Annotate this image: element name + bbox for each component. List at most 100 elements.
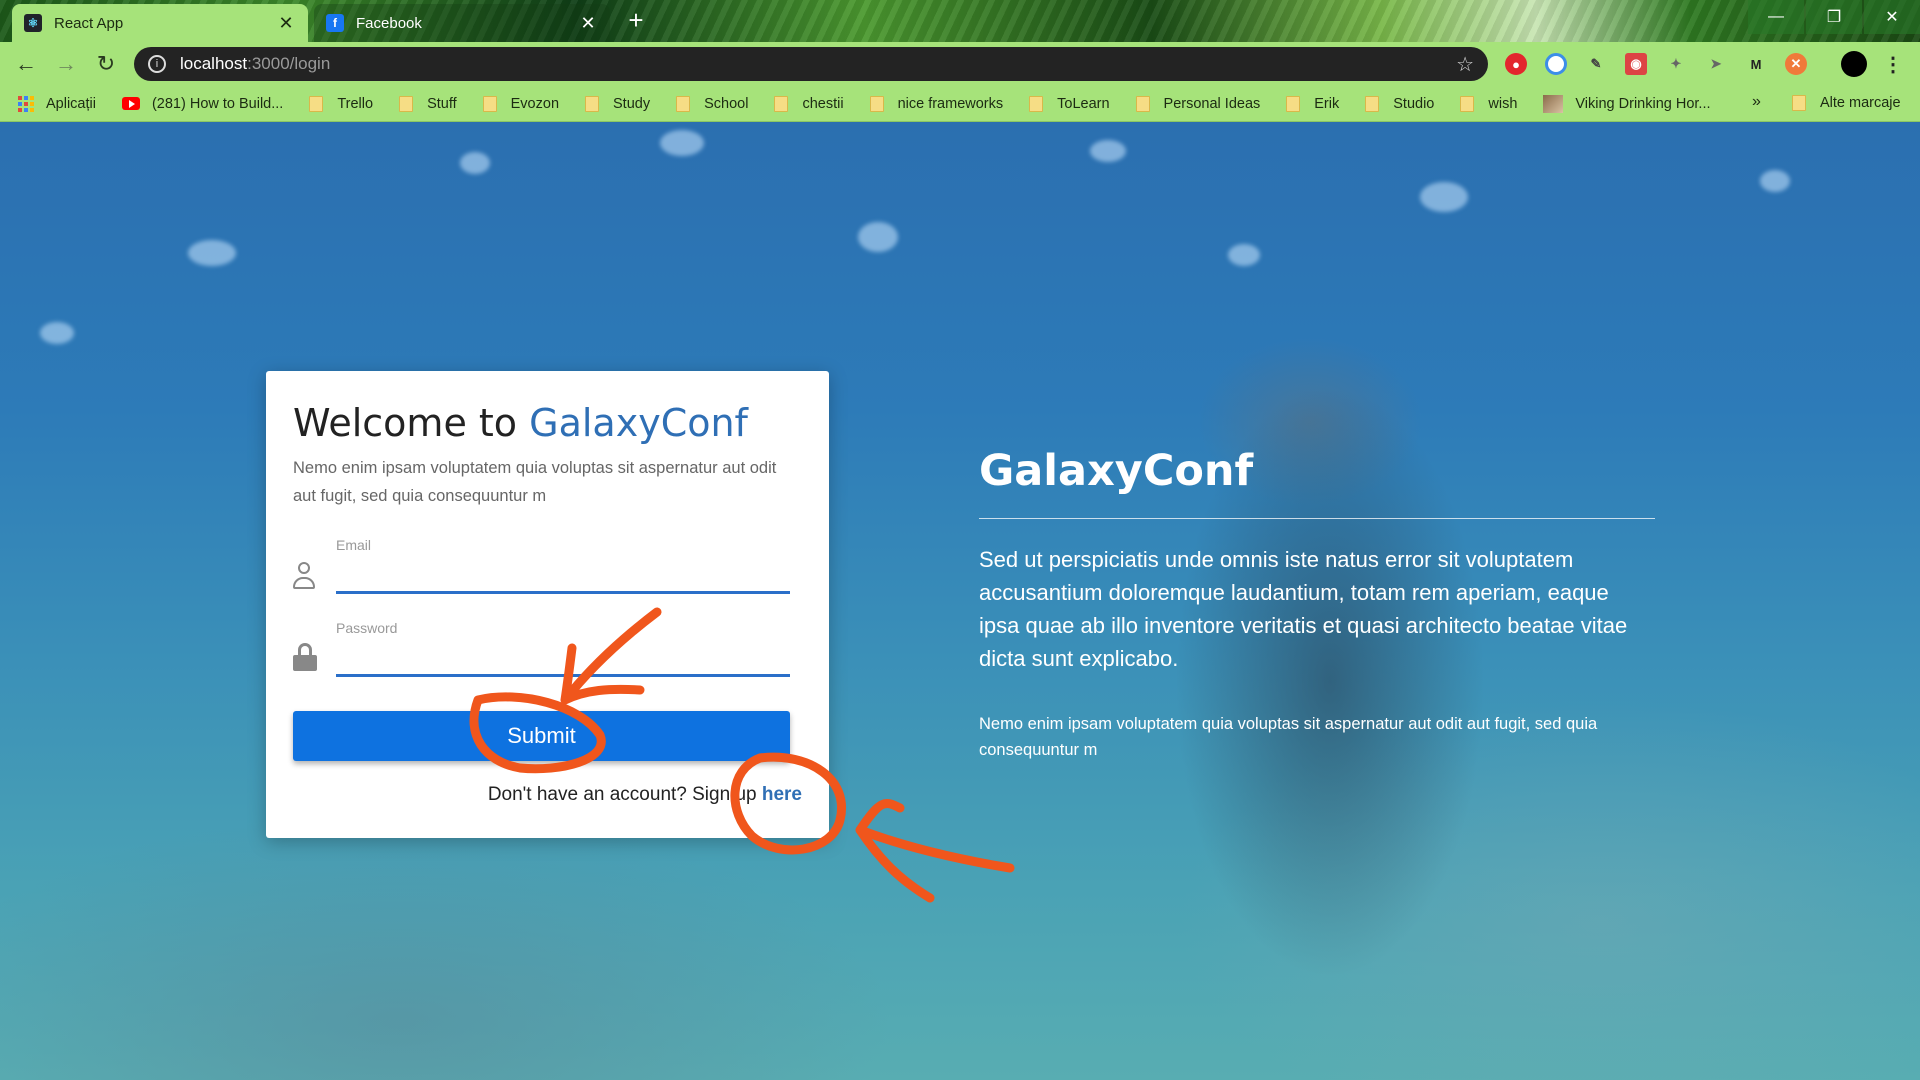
bookmark-folder[interactable]: wish [1460, 95, 1518, 112]
extension-m-icon[interactable]: M [1745, 53, 1767, 75]
extension-arrow-icon[interactable]: ➤ [1705, 53, 1727, 75]
bookmark-folder[interactable]: Personal Ideas [1135, 95, 1261, 112]
close-icon[interactable]: ✕ [276, 13, 296, 34]
bookmark-folder[interactable]: ToLearn [1029, 95, 1110, 112]
bookmarks-overflow-button[interactable]: » [1752, 93, 1761, 111]
restore-button[interactable]: ❐ [1806, 0, 1862, 34]
bookmark-folder[interactable]: chestii [774, 95, 844, 112]
folder-icon [1135, 95, 1150, 112]
bookmark-star-icon[interactable]: ☆ [1456, 52, 1474, 77]
youtube-icon [121, 97, 140, 110]
background-light [460, 152, 490, 174]
bookmark-label: ToLearn [1057, 95, 1110, 112]
bookmark-label: Personal Ideas [1163, 95, 1261, 112]
title-brand: GalaxyConf [529, 401, 748, 445]
url-path: :3000/login [247, 54, 331, 73]
title-prefix: Welcome to [293, 401, 530, 445]
bookmark-label: Stuff [427, 95, 457, 112]
folder-icon [676, 95, 691, 112]
bookmark-label: (281) How to Build... [151, 95, 284, 112]
user-icon [293, 562, 315, 592]
signup-link[interactable]: here [762, 784, 802, 805]
folder-icon [585, 95, 600, 112]
folder-icon [1365, 95, 1380, 112]
bookmark-folder[interactable]: nice frameworks [869, 95, 1004, 112]
facebook-icon: f [326, 14, 344, 32]
extension-orange-icon[interactable]: ✕ [1785, 53, 1807, 75]
background-light [1090, 140, 1126, 162]
background-light [40, 322, 74, 344]
react-icon: ⚛ [24, 14, 42, 32]
bookmark-youtube[interactable]: (281) How to Build... [121, 95, 284, 112]
bookmark-folder[interactable]: Trello [309, 95, 374, 112]
minimize-button[interactable]: — [1748, 0, 1804, 34]
folder-icon [1029, 95, 1044, 112]
password-field[interactable] [336, 638, 790, 672]
bookmark-label: School [704, 95, 749, 112]
back-button[interactable]: ← [6, 44, 46, 84]
bookmark-folder[interactable]: Studio [1365, 95, 1435, 112]
bookmark-label: Studio [1393, 95, 1435, 112]
bookmark-label: Trello [337, 95, 374, 112]
extension-puzzle-icon[interactable]: ✦ [1665, 53, 1687, 75]
tab-title: React App [54, 14, 124, 32]
bookmark-viking[interactable]: Viking Drinking Hor... [1543, 94, 1711, 113]
bookmark-folder[interactable]: Evozon [482, 95, 560, 112]
email-underline [336, 591, 790, 594]
browser-tab-strip: ⚛ React App ✕ f Facebook ✕ + — ❐ ✕ [0, 0, 1920, 42]
menu-kebab-icon[interactable]: ⋮ [1882, 53, 1904, 76]
avatar[interactable] [1841, 51, 1867, 77]
bookmark-label: Aplicații [46, 95, 96, 112]
bookmark-label: Study [613, 95, 651, 112]
extension-picker-icon[interactable]: ✎ [1585, 53, 1607, 75]
folder-icon [1460, 95, 1475, 112]
other-bookmarks[interactable]: Alte marcaje [1792, 95, 1901, 111]
hero-panel: GalaxyConf Sed ut perspiciatis unde omni… [979, 446, 1655, 763]
close-icon[interactable]: ✕ [578, 13, 598, 34]
extension-record-icon[interactable]: ◉ [1625, 53, 1647, 75]
tab-facebook[interactable]: f Facebook ✕ [314, 4, 610, 42]
background-light [1760, 170, 1790, 192]
lock-icon [293, 643, 317, 673]
bookmarks-bar: Aplicații (281) How to Build... Trello S… [0, 86, 1920, 122]
background-light [188, 240, 236, 266]
bookmark-folder[interactable]: Study [585, 95, 651, 112]
tab-title: Facebook [356, 14, 422, 32]
login-card: Welcome to GalaxyConf Nemo enim ipsam vo… [266, 371, 829, 838]
submit-button[interactable]: Submit [293, 711, 790, 761]
folder-icon [482, 95, 497, 112]
bookmark-label: Evozon [510, 95, 560, 112]
folder-icon [869, 95, 884, 112]
reload-button[interactable]: ↻ [86, 44, 126, 84]
hero-lead: Sed ut perspiciatis unde omnis iste natu… [979, 547, 1628, 671]
folder-icon [399, 95, 414, 112]
background-light [1228, 244, 1260, 266]
bookmark-apps[interactable]: Aplicații [18, 95, 96, 112]
hero-title: GalaxyConf [979, 446, 1254, 496]
bookmark-folder[interactable]: Erik [1286, 95, 1340, 112]
login-title: Welcome to GalaxyConf [293, 401, 748, 445]
hero-text: Nemo enim ipsam voluptatem quia voluptas… [979, 715, 1598, 759]
bookmark-label: wish [1488, 95, 1518, 112]
address-bar[interactable]: i localhost:3000/login ☆ [134, 47, 1488, 81]
new-tab-button[interactable]: + [622, 6, 650, 34]
bookmark-label: Erik [1314, 95, 1340, 112]
extension-chrome-icon[interactable] [1545, 53, 1567, 75]
extension-adblock-icon[interactable]: ● [1505, 53, 1527, 75]
forward-button[interactable]: → [46, 44, 86, 84]
background-light [660, 130, 704, 156]
bookmark-folder[interactable]: School [676, 95, 749, 112]
password-label: Password [336, 620, 398, 636]
url-host: localhost [180, 54, 248, 73]
bookmark-folder[interactable]: Stuff [399, 95, 457, 112]
signup-text: Don't have an account? Sign up [487, 784, 762, 805]
info-icon[interactable]: i [148, 55, 166, 73]
tab-react-app[interactable]: ⚛ React App ✕ [12, 4, 308, 42]
bookmark-label: Viking Drinking Hor... [1575, 95, 1711, 112]
bookmark-label: nice frameworks [897, 95, 1004, 112]
background-light [1420, 182, 1468, 212]
folder-icon [1792, 95, 1806, 111]
close-window-button[interactable]: ✕ [1864, 0, 1920, 34]
email-field[interactable] [336, 555, 790, 589]
folder-icon [309, 95, 324, 112]
